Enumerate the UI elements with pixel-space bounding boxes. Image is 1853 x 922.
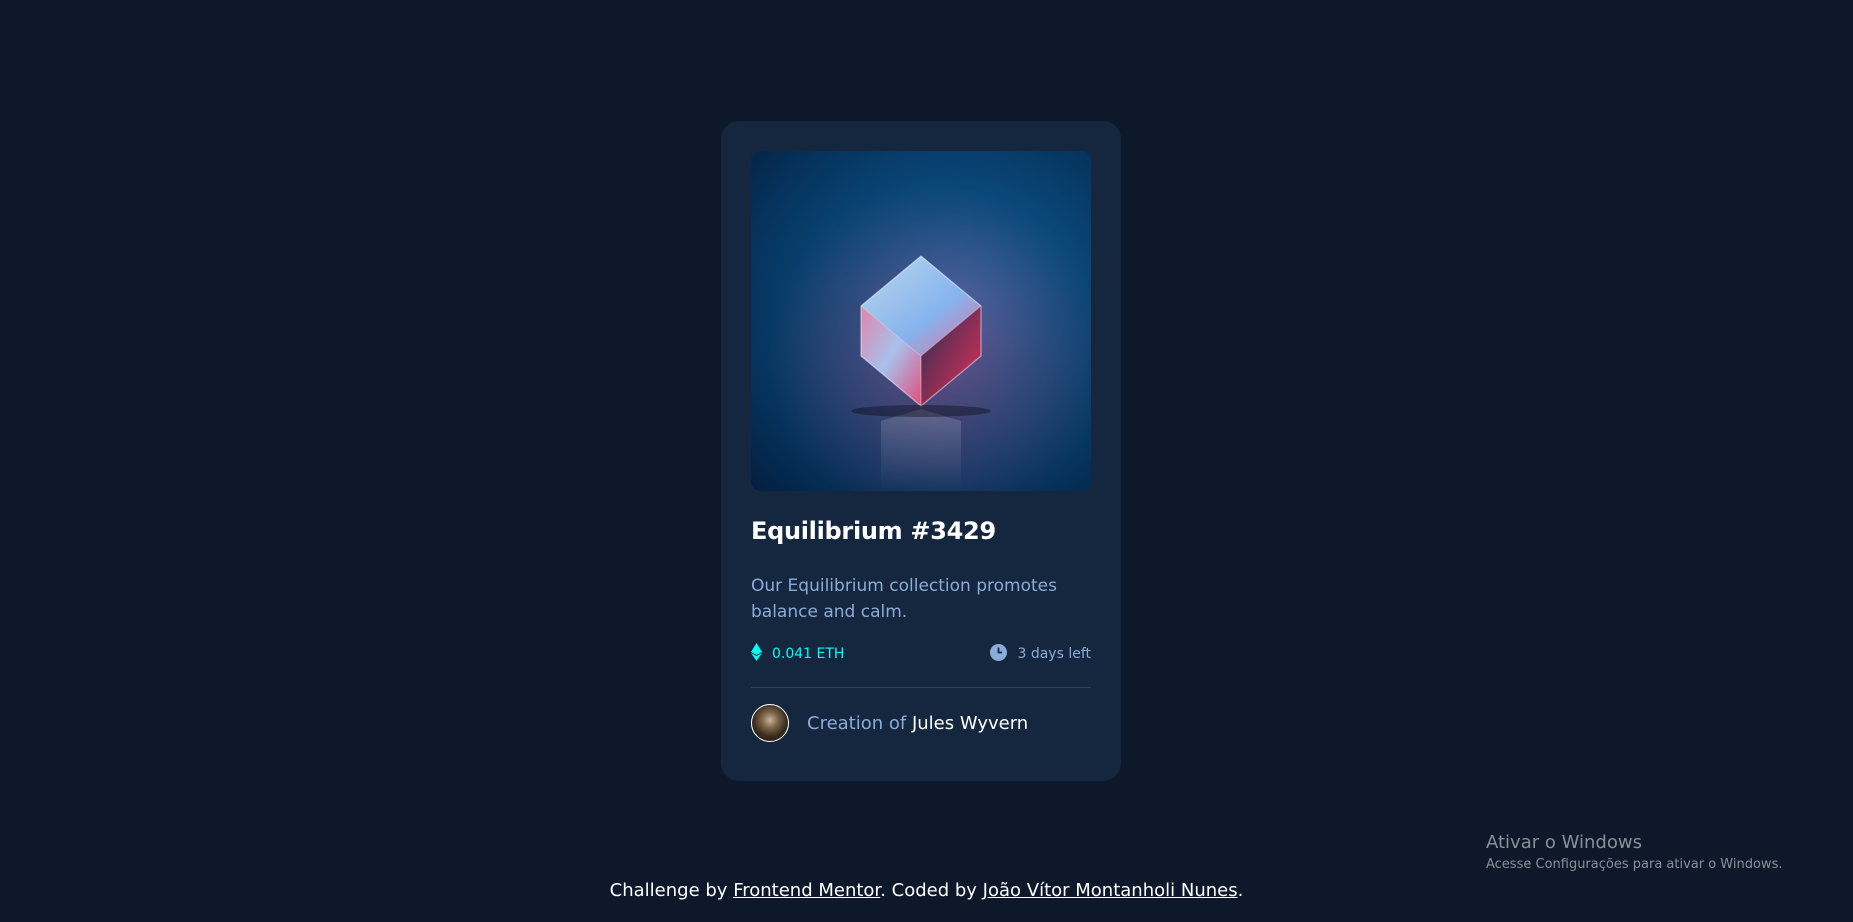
- price-stat: 0.041 ETH: [751, 643, 844, 665]
- time-label: 3 days left: [1017, 646, 1091, 662]
- watermark-subtitle: Acesse Configurações para ativar o Windo…: [1486, 857, 1783, 872]
- footer-text-2: . Coded by: [880, 880, 983, 901]
- nft-card: Equilibrium #3429 Our Equilibrium collec…: [721, 121, 1121, 781]
- ethereum-icon: [751, 643, 762, 665]
- divider: [751, 687, 1091, 688]
- cube-illustration: [751, 151, 1091, 491]
- nft-stats: 0.041 ETH 3 days left: [751, 643, 1091, 665]
- footer-text-3: .: [1237, 880, 1244, 901]
- creator-name-link[interactable]: Jules Wyvern: [912, 713, 1028, 734]
- time-stat: 3 days left: [990, 643, 1091, 665]
- windows-activation-watermark: Ativar o Windows Acesse Configurações pa…: [1486, 832, 1782, 872]
- creator-row: Creation of Jules Wyvern: [751, 704, 1091, 742]
- clock-icon: [990, 643, 1008, 665]
- creator-text: Creation of Jules Wyvern: [807, 713, 1028, 734]
- nft-image[interactable]: [751, 151, 1091, 491]
- author-link[interactable]: João Vítor Montanholi Nunes: [983, 880, 1238, 901]
- footer-text-1: Challenge by: [609, 880, 734, 901]
- nft-title[interactable]: Equilibrium #3429: [751, 517, 1091, 545]
- frontend-mentor-link[interactable]: Frontend Mentor: [733, 880, 880, 901]
- price-label: 0.041 ETH: [772, 646, 845, 662]
- attribution-footer: Challenge by Frontend Mentor. Coded by J…: [0, 880, 1853, 901]
- nft-description: Our Equilibrium collection promotes bala…: [751, 576, 1057, 622]
- avatar: [751, 704, 789, 742]
- creator-prefix: Creation of: [807, 712, 907, 734]
- watermark-title: Ativar o Windows: [1486, 832, 1642, 853]
